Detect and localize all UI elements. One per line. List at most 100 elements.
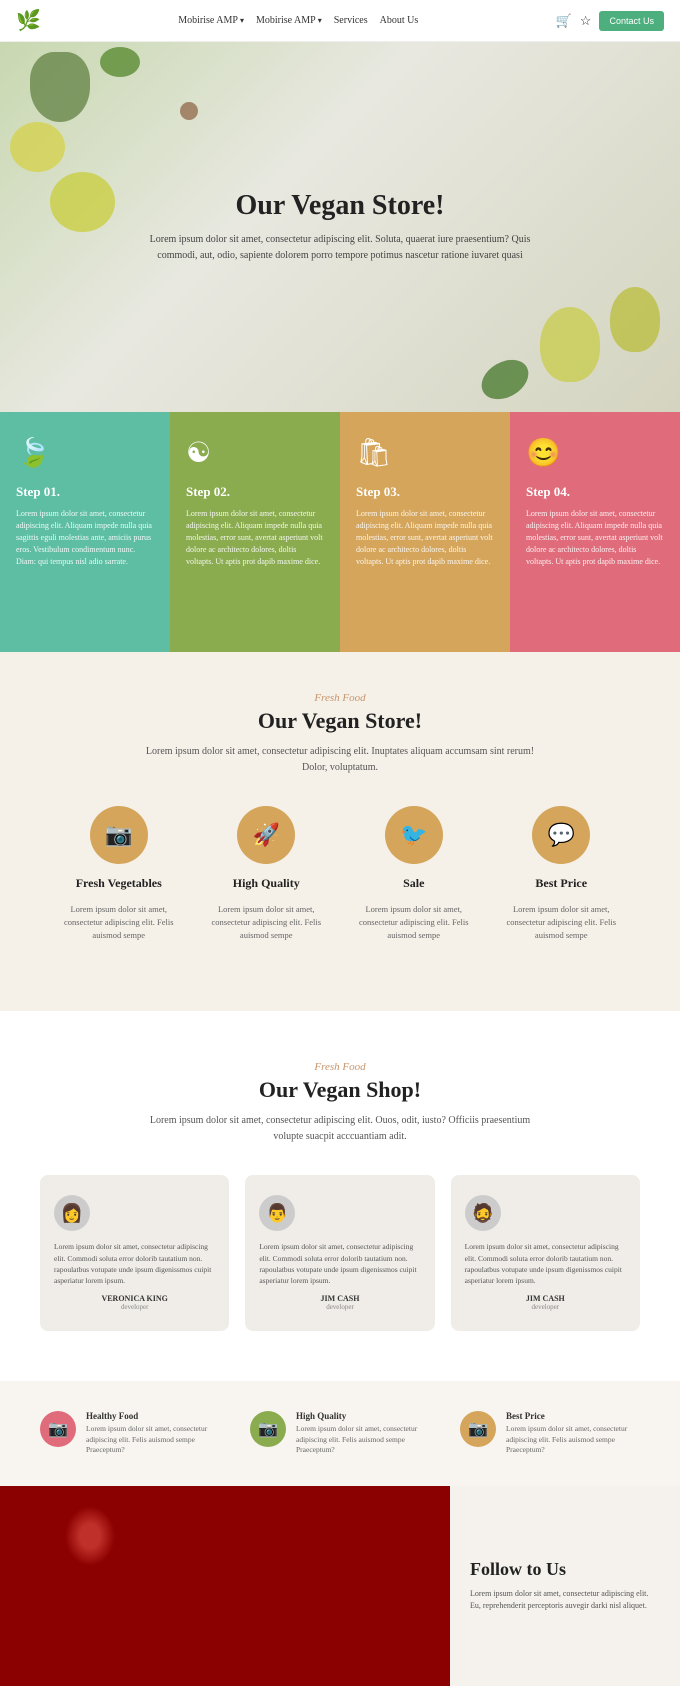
- testimonial-1-text: Lorem ipsum dolor sit amet, consectetur …: [54, 1241, 215, 1286]
- step-3-title: Step 03.: [356, 484, 494, 500]
- follow-section: Follow to Us Lorem ipsum dolor sit amet,…: [450, 1486, 680, 1686]
- avatar-3: 🧔: [465, 1195, 501, 1231]
- testimonial-1: 👩 Lorem ipsum dolor sit amet, consectetu…: [40, 1175, 229, 1331]
- follow-title: Follow to Us: [470, 1559, 660, 1580]
- testimonial-2-text: Lorem ipsum dolor sit amet, consectetur …: [259, 1241, 420, 1286]
- badge-2-icon: 📷: [250, 1411, 286, 1447]
- feature-2-desc: Lorem ipsum dolor sit amet, consectetur …: [208, 903, 326, 941]
- shop-title: Our Vegan Shop!: [40, 1077, 640, 1103]
- step-1-title: Step 01.: [16, 484, 154, 500]
- artichoke-deco: [30, 52, 90, 122]
- feature-3-label: Sale: [403, 876, 424, 891]
- navbar: 🌿 Mobirise AMP Mobirise AMP Services Abo…: [0, 0, 680, 42]
- pear2-deco: [610, 287, 660, 352]
- feature-4: 💬 Best Price Lorem ipsum dolor sit amet,…: [503, 806, 621, 941]
- fresh-desc: Lorem ipsum dolor sit amet, consectetur …: [140, 744, 540, 776]
- step-4-title: Step 04.: [526, 484, 664, 500]
- avatar-1: 👩: [54, 1195, 90, 1231]
- badge-1-icon: 📷: [40, 1411, 76, 1447]
- step-4: 😊 Step 04. Lorem ipsum dolor sit amet, c…: [510, 412, 680, 652]
- badge-3: 📷 Best Price Lorem ipsum dolor sit amet,…: [460, 1411, 640, 1456]
- feature-3: 🐦 Sale Lorem ipsum dolor sit amet, conse…: [355, 806, 473, 941]
- fresh-subtitle: Fresh Food: [60, 692, 620, 704]
- hero-content: Our Vegan Store! Lorem ipsum dolor sit a…: [110, 170, 570, 284]
- nav-link-mobirise2[interactable]: Mobirise AMP: [256, 15, 322, 26]
- shop-section: Fresh Food Our Vegan Shop! Lorem ipsum d…: [0, 1011, 680, 1381]
- contact-button[interactable]: Contact Us: [599, 11, 664, 31]
- badge-2-desc: Lorem ipsum dolor sit amet, consectetur …: [296, 1424, 430, 1456]
- feature-1-desc: Lorem ipsum dolor sit amet, consectetur …: [60, 903, 178, 941]
- feature-4-icon: 💬: [532, 806, 590, 864]
- step-1-icon: 🍃: [16, 436, 154, 470]
- testimonials-grid: 👩 Lorem ipsum dolor sit amet, consectetu…: [40, 1175, 640, 1331]
- pear1-deco: [540, 307, 600, 382]
- testimonial-1-name: VERONICA KING: [54, 1294, 215, 1303]
- feature-1-label: Fresh Vegetables: [76, 876, 162, 891]
- feature-3-desc: Lorem ipsum dolor sit amet, consectetur …: [355, 903, 473, 941]
- feature-2-icon: 🚀: [237, 806, 295, 864]
- herb1-deco: [100, 47, 140, 77]
- badge-1-title: Healthy Food: [86, 1411, 220, 1421]
- step-1: 🍃 Step 01. Lorem ipsum dolor sit amet, c…: [0, 412, 170, 652]
- nav-link-mobirise1[interactable]: Mobirise AMP: [178, 15, 244, 26]
- feature-2-label: High Quality: [233, 876, 300, 891]
- testimonial-1-role: developer: [54, 1303, 215, 1311]
- step-2-icon: ☯: [186, 436, 324, 470]
- lemon2-deco: [50, 172, 115, 232]
- testimonial-3: 🧔 Lorem ipsum dolor sit amet, consectetu…: [451, 1175, 640, 1331]
- nav-links: Mobirise AMP Mobirise AMP Services About…: [178, 15, 418, 26]
- strawberry-image: [0, 1486, 450, 1686]
- leaf1-deco: [475, 352, 536, 407]
- step-3-icon: 🛍: [356, 436, 494, 470]
- testimonial-2-role: developer: [259, 1303, 420, 1311]
- testimonial-2: 👨 Lorem ipsum dolor sit amet, consectetu…: [245, 1175, 434, 1331]
- hero-description: Lorem ipsum dolor sit amet, consectetur …: [130, 232, 550, 264]
- nut1-deco: [180, 102, 198, 120]
- step-3-text: Lorem ipsum dolor sit amet, consectetur …: [356, 508, 494, 568]
- badge-2-title: High Quality: [296, 1411, 430, 1421]
- step-3: 🛍 Step 03. Lorem ipsum dolor sit amet, c…: [340, 412, 510, 652]
- step-2: ☯ Step 02. Lorem ipsum dolor sit amet, c…: [170, 412, 340, 652]
- cart-icon[interactable]: 🛒: [556, 13, 572, 29]
- testimonial-3-role: developer: [465, 1303, 626, 1311]
- fresh-section: Fresh Food Our Vegan Store! Lorem ipsum …: [0, 652, 680, 1011]
- lemon1-deco: [10, 122, 65, 172]
- badge-2: 📷 High Quality Lorem ipsum dolor sit ame…: [250, 1411, 430, 1456]
- footer-hero: Follow to Us Lorem ipsum dolor sit amet,…: [0, 1486, 680, 1686]
- step-4-icon: 😊: [526, 436, 664, 470]
- logo[interactable]: 🌿: [16, 8, 41, 33]
- step-4-text: Lorem ipsum dolor sit amet, consectetur …: [526, 508, 664, 568]
- step-1-text: Lorem ipsum dolor sit amet, consectetur …: [16, 508, 154, 568]
- testimonial-3-name: JIM CASH: [465, 1294, 626, 1303]
- feature-1: 📷 Fresh Vegetables Lorem ipsum dolor sit…: [60, 806, 178, 941]
- badge-1-desc: Lorem ipsum dolor sit amet, consectetur …: [86, 1424, 220, 1456]
- testimonial-3-text: Lorem ipsum dolor sit amet, consectetur …: [465, 1241, 626, 1286]
- badge-1: 📷 Healthy Food Lorem ipsum dolor sit ame…: [40, 1411, 220, 1456]
- feature-3-icon: 🐦: [385, 806, 443, 864]
- step-2-text: Lorem ipsum dolor sit amet, consectetur …: [186, 508, 324, 568]
- feature-4-desc: Lorem ipsum dolor sit amet, consectetur …: [503, 903, 621, 941]
- hero-section: Our Vegan Store! Lorem ipsum dolor sit a…: [0, 42, 680, 412]
- nav-link-services[interactable]: Services: [334, 15, 368, 26]
- hero-title: Our Vegan Store!: [130, 190, 550, 222]
- shop-desc: Lorem ipsum dolor sit amet, consectetur …: [140, 1113, 540, 1145]
- follow-description: Lorem ipsum dolor sit amet, consectetur …: [470, 1588, 660, 1612]
- logo-icon: 🌿: [16, 8, 41, 33]
- feature-1-icon: 📷: [90, 806, 148, 864]
- step-2-title: Step 02.: [186, 484, 324, 500]
- fresh-title: Our Vegan Store!: [60, 708, 620, 734]
- badge-3-desc: Lorem ipsum dolor sit amet, consectetur …: [506, 1424, 640, 1456]
- testimonial-2-name: JIM CASH: [259, 1294, 420, 1303]
- navbar-icons: 🛒 ☆ Contact Us: [556, 11, 664, 31]
- avatar-2: 👨: [259, 1195, 295, 1231]
- badge-3-icon: 📷: [460, 1411, 496, 1447]
- feature-2: 🚀 High Quality Lorem ipsum dolor sit ame…: [208, 806, 326, 941]
- steps-section: 🍃 Step 01. Lorem ipsum dolor sit amet, c…: [0, 412, 680, 652]
- nav-link-about[interactable]: About Us: [380, 15, 419, 26]
- badge-3-title: Best Price: [506, 1411, 640, 1421]
- shop-subtitle: Fresh Food: [40, 1061, 640, 1073]
- feature-4-label: Best Price: [535, 876, 587, 891]
- features-grid: 📷 Fresh Vegetables Lorem ipsum dolor sit…: [60, 806, 620, 941]
- strawberry-bg: [0, 1486, 450, 1686]
- star-icon[interactable]: ☆: [580, 13, 592, 29]
